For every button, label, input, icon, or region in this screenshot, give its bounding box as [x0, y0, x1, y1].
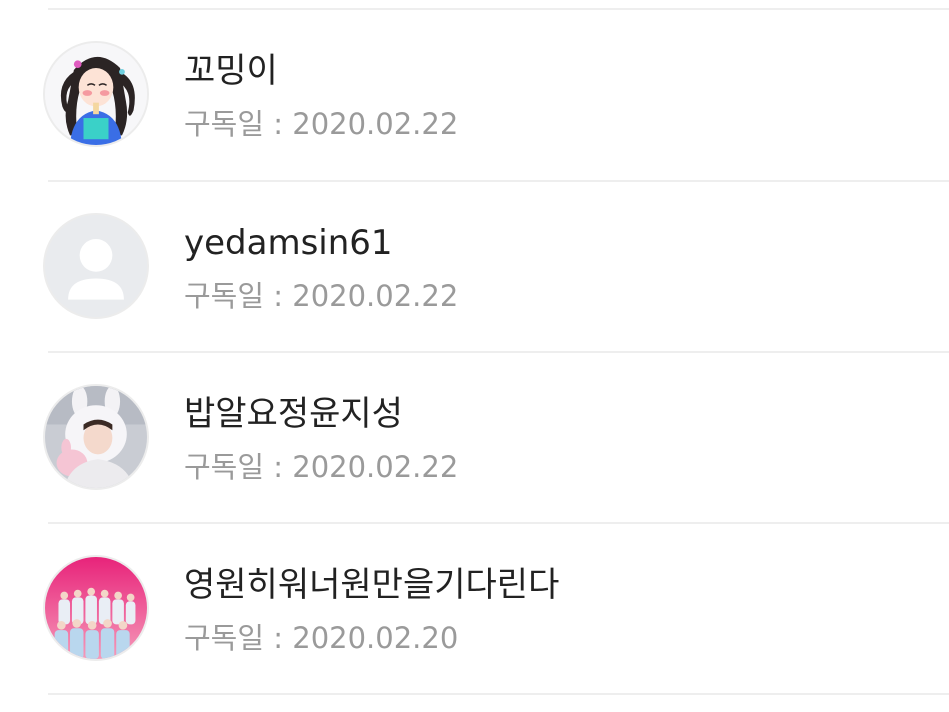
list-item-subscriber-1[interactable]: 꼬밍이 구독일 : 2020.02.22 [0, 10, 949, 179]
group-photo-icon [45, 557, 147, 659]
avatar[interactable] [43, 555, 149, 661]
subscribe-date: 구독일 : 2020.02.22 [184, 450, 459, 484]
subscribe-date: 구독일 : 2020.02.22 [184, 279, 459, 313]
anime-girl-avatar-icon [45, 43, 147, 145]
default-user-icon [45, 215, 147, 317]
subscriber-name: 밥알요정윤지성 [184, 394, 403, 434]
subscriber-name: 꼬밍이 [184, 51, 278, 91]
avatar[interactable] [43, 384, 149, 490]
subscriber-name: yedamsin61 [184, 223, 393, 263]
list-item-subscriber-4[interactable]: 영원히워너원만을기다린다 구독일 : 2020.02.20 [0, 524, 949, 693]
subscribe-date: 구독일 : 2020.02.20 [184, 621, 459, 655]
subscriber-name: 영원히워너원만을기다린다 [184, 565, 560, 605]
avatar[interactable] [43, 41, 149, 147]
list-item-subscriber-3[interactable]: 밥알요정윤지성 구독일 : 2020.02.22 [0, 353, 949, 522]
person-bunny-hood-photo-icon [45, 386, 147, 488]
subscriber-list: 꼬밍이 구독일 : 2020.02.22 yedamsin61 구독일 : 20… [0, 0, 949, 712]
divider [48, 693, 949, 695]
subscribe-date: 구독일 : 2020.02.22 [184, 107, 459, 141]
avatar[interactable] [43, 213, 149, 319]
list-item-subscriber-2[interactable]: yedamsin61 구독일 : 2020.02.22 [0, 182, 949, 351]
